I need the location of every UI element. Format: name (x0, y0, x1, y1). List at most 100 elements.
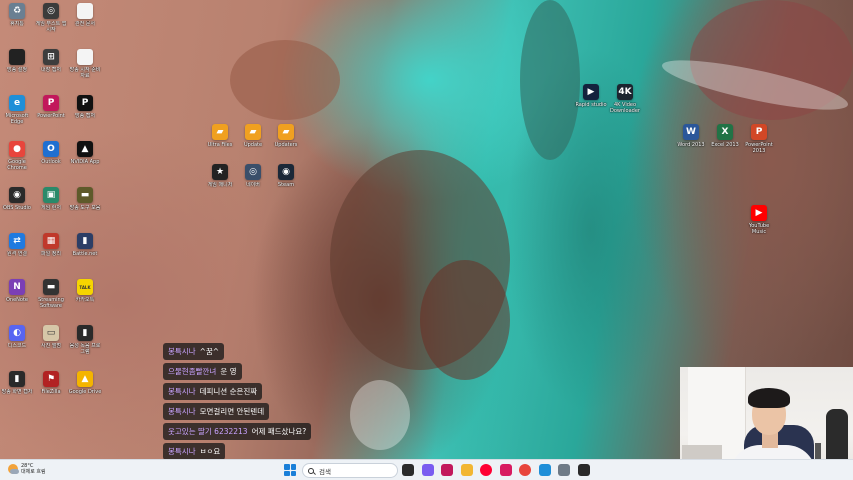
desktop-shortcut[interactable]: ▬ 방송 도구 모음 (68, 187, 102, 211)
desktop-shortcut[interactable]: ▶ YouTube Music (742, 205, 776, 235)
desktop-shortcut[interactable]: X Excel 2013 (708, 124, 742, 148)
settings-icon[interactable] (558, 464, 570, 476)
desktop-shortcut[interactable]: ⚑ FileZilla (34, 371, 68, 395)
steam-icon: ◉ (278, 164, 294, 180)
youtube-music-icon[interactable] (480, 464, 492, 476)
youtube-music-icon: ▶ (751, 205, 767, 221)
shortcut-label: Updaters (274, 142, 298, 148)
shortcut-label: Google Drive (68, 389, 102, 395)
desktop-shortcut[interactable]: ▰ Update (236, 124, 270, 148)
folder-hat-icon: ▰ (278, 124, 294, 140)
app-icon: P (43, 95, 59, 111)
desktop-shortcut[interactable]: ● Google Chrome (0, 141, 34, 171)
app-icon[interactable] (499, 464, 512, 476)
wallpaper-reef (330, 150, 510, 370)
file-explorer-icon[interactable] (460, 464, 473, 476)
desktop-shortcut[interactable]: ▮ 방송 화면 캡처 (0, 371, 34, 395)
desktop-shortcut[interactable]: ⇄ 원격 연결 (0, 233, 34, 257)
shortcut-label: 내장 캡처 (41, 67, 61, 73)
copilot-icon[interactable] (421, 464, 434, 476)
shortcut-label: 게임 매니저 (207, 182, 233, 188)
search-icon (308, 467, 314, 474)
wallpaper-surf (658, 50, 852, 120)
wallpaper-reef (230, 40, 340, 120)
shortcut-label: 네이버 (246, 182, 260, 188)
shortcut-label: Excel 2013 (711, 142, 739, 148)
desktop-shortcut[interactable]: 4K 4K Video Downloader (608, 84, 642, 114)
shortcut-label: 방송 캡처 (75, 113, 95, 119)
desktop-shortcut[interactable]: ⊞ 내장 캡처 (34, 49, 68, 73)
start-button[interactable] (284, 464, 296, 476)
app-icon[interactable] (441, 464, 453, 476)
windows-logo-icon (290, 470, 296, 476)
shortcut-label: Update (243, 142, 263, 148)
desktop-shortcut[interactable]: ▬ Streaming Software (34, 279, 68, 309)
desktop-shortcut[interactable]: P 방송 캡처 (68, 95, 102, 119)
app-icon: ▮ (77, 325, 93, 341)
desktop-shortcut[interactable]: ★ 게임 매니저 (203, 164, 237, 188)
shortcut-label: Outlook (41, 159, 61, 165)
outlook-icon: O (43, 141, 59, 157)
chat-message: 봉특시나 모면걸리면 안된텐데 (163, 403, 270, 420)
taskbar-search-box[interactable]: 검색 (302, 463, 398, 478)
desktop-shortcut[interactable]: P PowerPoint 2013 (742, 124, 776, 154)
desktop-shortcut[interactable]: ◐ 디스코드 (0, 325, 34, 349)
desktop-shortcut[interactable]: ◉ OBS Studio (0, 187, 34, 211)
desktop-shortcut[interactable]: ▲ Google Drive (68, 371, 102, 395)
chat-text: ^꿈^ (199, 347, 220, 356)
shortcut-label: NVIDIA App (70, 159, 100, 165)
desktop-shortcut[interactable]: ◉ Steam (269, 164, 303, 188)
game-boost-icon: ◎ (43, 3, 59, 19)
desktop-shortcut[interactable]: ▶ Rapid studio (574, 84, 608, 108)
desktop-shortcut[interactable]: ▦ 파일 정리 (34, 233, 68, 257)
shortcut-label: 게임 부스트 앱 시작 (35, 21, 67, 33)
recycle-bin-icon: ♻ (9, 3, 25, 19)
shortcut-label: YouTube Music (748, 223, 770, 235)
chat-nick: 봉특시나 (168, 387, 196, 396)
desktop-shortcut[interactable]: ▰ Updaters (269, 124, 303, 148)
desktop-shortcut[interactable]: ♻ 휴지통 (0, 3, 34, 27)
shortcut-label: PowerPoint 2013 (745, 142, 773, 154)
task-view-icon[interactable] (402, 464, 414, 476)
shortcut-label: Microsoft Edge (5, 113, 29, 125)
chat-text: ㅂㅇ요 (199, 447, 221, 456)
desktop-shortcut[interactable]: 관전 문서 (68, 3, 102, 27)
desktop-shortcut[interactable]: ◎ 네이버 (236, 164, 270, 188)
desktop-shortcut[interactable]: W Word 2013 (674, 124, 708, 148)
desktop-shortcut[interactable]: ▲ NVIDIA App (68, 141, 102, 165)
tools-icon: ▬ (77, 187, 93, 203)
edge-icon[interactable] (538, 464, 551, 476)
desktop-shortcut[interactable]: P PowerPoint (34, 95, 68, 119)
weather-widget[interactable]: 28°C 대체로 흐림 (8, 463, 46, 475)
shortcut-label: 4K Video Downloader (610, 102, 640, 114)
chrome-icon[interactable] (519, 464, 531, 476)
launcher-icon: ▣ (43, 187, 59, 203)
shortcut-label: 사진 앨범 (41, 343, 61, 349)
desktop-shortcut[interactable]: ▮ 음성 녹음 프로그램 (68, 325, 102, 355)
folder-hat-icon: ▰ (245, 124, 261, 140)
desktop-shortcut[interactable]: 방송 시작 준비 자료 (68, 49, 102, 79)
capture-icon: ▮ (9, 371, 25, 387)
desktop-shortcut[interactable]: ◎ 게임 부스트 앱 시작 (34, 3, 68, 33)
desktop-shortcut[interactable]: ▰ Ultra Files (203, 124, 237, 148)
shortcut-label: OneNote (5, 297, 29, 303)
desktop-shortcut[interactable]: ▮ Battle.net (68, 233, 102, 257)
chat-text: 어제 패드샀나요? (251, 427, 307, 436)
desktop-shortcut[interactable]: O Outlook (34, 141, 68, 165)
shortcut-label: Word 2013 (677, 142, 705, 148)
desktop-shortcut[interactable]: N OneNote (0, 279, 34, 303)
desktop-shortcut[interactable]: e Microsoft Edge (0, 95, 34, 125)
app-icon[interactable] (577, 464, 590, 476)
desktop-shortcut[interactable]: ▣ 게임 런처 (34, 187, 68, 211)
weather-cloudy-icon (8, 464, 19, 474)
app-icon: ⚑ (43, 371, 59, 387)
word-icon: W (683, 124, 699, 140)
drive-icon: ▲ (77, 371, 93, 387)
obs-icon: ◉ (9, 187, 25, 203)
desktop-shortcut[interactable]: 방송 설정 (0, 49, 34, 73)
desktop-shortcut[interactable]: TALK 카카오톡 (68, 279, 102, 303)
shortcut-label: Ultra Files (207, 142, 233, 148)
folder-hat-icon: ▰ (212, 124, 228, 140)
desktop-shortcut[interactable]: ▭ 사진 앨범 (34, 325, 68, 349)
webcam-person-hair (748, 388, 790, 408)
